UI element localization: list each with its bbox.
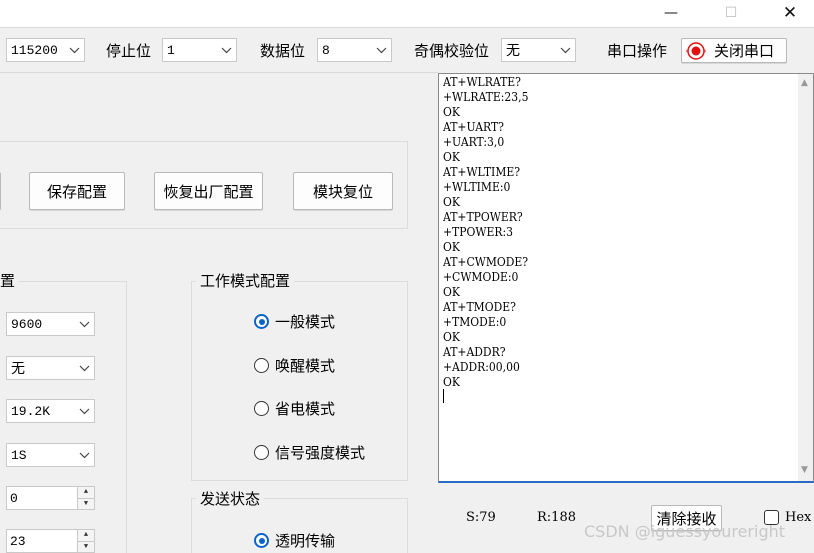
parity-select[interactable]: 无 [501, 38, 576, 62]
air-rate-select[interactable]: 9600 [6, 312, 95, 336]
mode-normal-radio[interactable]: 一般模式 [254, 311, 335, 332]
mode-signal-label: 信号强度模式 [275, 444, 366, 462]
baud-rate-value: 115200 [11, 42, 58, 58]
chevron-down-icon [74, 357, 94, 379]
spin-up-icon[interactable]: ▲ [78, 487, 94, 498]
mode-signal-radio[interactable]: 信号强度模式 [254, 442, 365, 463]
mode-powersave-label: 省电模式 [275, 400, 336, 418]
chevron-down-icon [555, 39, 575, 61]
mode-wake-radio[interactable]: 唤醒模式 [254, 355, 335, 376]
channel-value: 23 [10, 533, 26, 549]
chevron-down-icon [74, 444, 94, 466]
uart-parity-value: 无 [11, 361, 25, 377]
restore-factory-button[interactable]: 恢复出厂配置 [154, 172, 263, 210]
save-config-button[interactable]: 保存配置 [29, 172, 125, 210]
vertical-scrollbar[interactable]: ▲ ▼ [798, 74, 813, 481]
radio-unchecked-icon [254, 445, 269, 460]
spin-up-icon[interactable]: ▲ [78, 530, 94, 541]
mode-normal-label: 一般模式 [275, 313, 336, 331]
mode-wake-label: 唤醒模式 [275, 357, 336, 375]
data-bits-label: 数据位 [260, 42, 306, 60]
module-reset-button[interactable]: 模块复位 [293, 172, 393, 210]
baud-rate-select[interactable]: 115200 [6, 38, 85, 62]
wake-time-value: 1S [11, 447, 27, 463]
scroll-down-icon[interactable]: ▼ [801, 465, 808, 475]
work-mode-title: 工作模式配置 [196, 270, 295, 291]
transparent-mode-radio[interactable]: 透明传输 [254, 530, 335, 551]
receive-text: AT+WLRATE? +WLRATE:23,5 OK AT+UART? +UAR… [443, 75, 529, 389]
radio-checked-icon [254, 314, 269, 329]
data-bits-value: 8 [322, 42, 330, 58]
stop-bits-label: 停止位 [106, 42, 152, 60]
uart-parity-select[interactable]: 无 [6, 356, 95, 380]
wireless-rate-value: 19.2K [11, 403, 51, 419]
divider [0, 72, 438, 73]
watermark: CSDN @iguessyoureright [584, 522, 786, 541]
wireless-rate-select[interactable]: 19.2K [6, 399, 95, 423]
close-window-button[interactable]: ✕ [767, 0, 813, 25]
chevron-down-icon [64, 39, 84, 61]
close-port-button[interactable]: 关闭串口 [681, 38, 787, 63]
air-rate-value: 9600 [11, 316, 43, 332]
mode-powersave-radio[interactable]: 省电模式 [254, 398, 335, 419]
chevron-down-icon [74, 313, 94, 335]
radio-checked-icon [254, 533, 269, 548]
stop-bits-value: 1 [167, 42, 175, 58]
address-spinbox[interactable]: 0 ▲ ▼ [6, 486, 95, 510]
send-status-title: 发送状态 [196, 488, 265, 509]
stop-bits-select[interactable]: 1 [162, 38, 237, 62]
send-count: S:79 [466, 510, 496, 525]
parity-label: 奇偶校验位 [414, 42, 490, 60]
close-port-label: 关闭串口 [714, 42, 775, 60]
address-value: 0 [10, 490, 18, 506]
radio-unchecked-icon [254, 358, 269, 373]
record-icon [686, 41, 706, 61]
data-bits-select[interactable]: 8 [317, 38, 392, 62]
scroll-up-icon[interactable]: ▲ [801, 78, 808, 88]
parity-value: 无 [506, 43, 520, 59]
chevron-down-icon [371, 39, 391, 61]
chevron-down-icon [74, 400, 94, 422]
maximize-button[interactable]: ☐ [708, 0, 754, 25]
minimize-button[interactable]: — [648, 0, 694, 25]
text-caret [443, 389, 444, 403]
channel-spinbox[interactable]: 23 ▲ ▼ [6, 529, 95, 553]
recv-count: R:188 [537, 510, 576, 525]
serial-op-label: 串口操作 [607, 42, 668, 60]
params-group-title: 置 [0, 270, 20, 291]
partial-button[interactable] [0, 172, 1, 210]
hex-label: Hex [785, 510, 812, 525]
spin-down-icon[interactable]: ▼ [78, 497, 94, 509]
minimize-icon: — [664, 4, 678, 21]
chevron-down-icon [216, 39, 236, 61]
close-icon: ✕ [782, 2, 798, 23]
radio-unchecked-icon [254, 401, 269, 416]
transparent-mode-label: 透明传输 [275, 532, 336, 550]
spin-down-icon[interactable]: ▼ [78, 540, 94, 552]
divider [0, 27, 814, 28]
maximize-icon: ☐ [724, 4, 738, 21]
wake-time-select[interactable]: 1S [6, 443, 95, 467]
